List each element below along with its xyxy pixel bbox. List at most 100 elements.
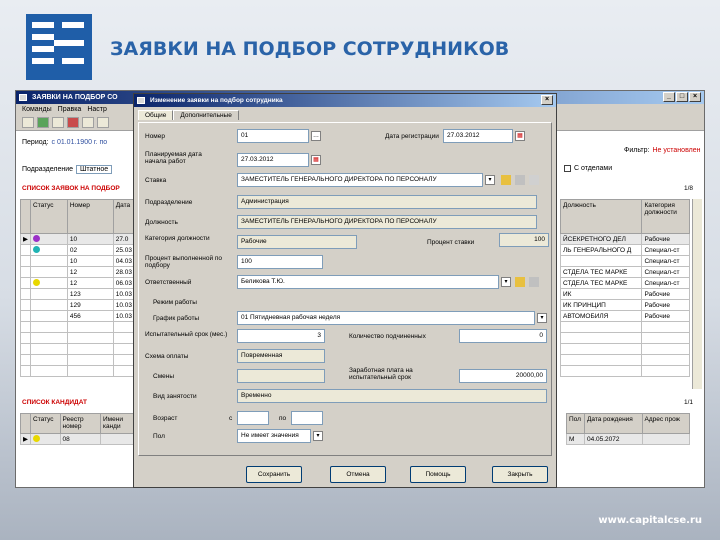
dialog-close-button[interactable]: × [541, 95, 553, 105]
table-row[interactable]: 02 25.03 [20, 244, 136, 256]
list-item[interactable]: М 04.05.2072 [566, 433, 691, 445]
menu-item-commands[interactable]: Команды [22, 104, 52, 115]
status-dot-icon [33, 278, 40, 286]
help-button[interactable]: Помощь [410, 466, 466, 483]
table-row[interactable]: СТДЕЛА ТЕС МАРКЕ Специал-ст [559, 277, 690, 289]
start-date-field[interactable]: 27.03.2012 [237, 153, 309, 167]
sex-field[interactable]: Не имеет значения [237, 429, 311, 443]
table-row[interactable]: ЙСЕКРЕТНОГО ДЕЛ Рабочие [559, 233, 690, 245]
curator-search-icon[interactable] [529, 277, 539, 287]
percent-field[interactable]: 100 [499, 233, 549, 247]
curator-dropdown-icon[interactable]: ▾ [501, 277, 511, 287]
schedule-dropdown-icon[interactable]: ▾ [537, 313, 547, 323]
division-field[interactable]: Администрация [237, 195, 537, 209]
replace-field[interactable]: 100 [237, 255, 323, 269]
filter-row: Фильтр: Не установлен [624, 147, 700, 154]
unit-value[interactable]: Штатное [76, 165, 113, 174]
rate-folder-icon[interactable] [501, 175, 511, 185]
schedule-field[interactable]: 01 Пятидневная рабочая неделя [237, 311, 535, 325]
cand-col-number[interactable]: Реестр номер [59, 413, 101, 434]
minimize-button[interactable]: _ [663, 92, 675, 102]
col-date[interactable]: Дата [112, 199, 136, 234]
table-row[interactable]: ▶ 10 27.0 [20, 233, 136, 245]
cand-col-status[interactable]: Статус [30, 413, 61, 434]
menu-item-settings[interactable]: Настр [87, 104, 107, 115]
filter-icon[interactable] [97, 117, 109, 128]
tab-additional[interactable]: Дополнительные [173, 110, 239, 120]
status-cell [30, 244, 68, 256]
age-from-field[interactable] [237, 411, 269, 425]
reg-date-field[interactable]: 27.03.2012 [443, 129, 513, 143]
table-row[interactable]: Специал-ст [559, 255, 690, 267]
row-position: СТДЕЛА ТЕС МАРКЕ [559, 277, 643, 289]
col-number[interactable]: Номер [66, 199, 114, 234]
table-row[interactable]: 10 04.03 [20, 255, 136, 267]
salary-field[interactable]: 20000,00 [459, 369, 547, 383]
hours-field[interactable]: 0 [459, 329, 547, 343]
col-category[interactable]: Категория должности [641, 199, 690, 234]
row-date: 10.03 [112, 310, 136, 322]
shift-field[interactable] [237, 369, 325, 383]
curator-folder-icon[interactable] [515, 277, 525, 287]
work-type-field[interactable]: Временно [237, 389, 547, 403]
table-row[interactable]: 456 10.03 [20, 310, 136, 322]
number-field[interactable]: 01 [237, 129, 309, 143]
row-indicator: ▶ [20, 433, 31, 445]
rate-clear-icon[interactable] [529, 175, 539, 185]
col-position[interactable]: Должность [559, 199, 643, 234]
probation-field[interactable]: 3 [237, 329, 325, 343]
delete-icon[interactable] [67, 117, 79, 128]
table-row[interactable]: ИК ПРИНЦИП Рабочие [559, 299, 690, 311]
refresh-icon[interactable] [52, 117, 64, 128]
rate-field[interactable]: ЗАМЕСТИТЕЛЬ ГЕНЕРАЛЬНОГО ДИРЕКТОРА ПО ПЕ… [237, 173, 483, 187]
table-row[interactable]: АВТОМОБИЛЯ Рабочие [559, 310, 690, 322]
cand-col-sex[interactable]: Пол [566, 413, 585, 434]
category-field[interactable]: Рабочие [237, 235, 357, 249]
curator-field[interactable]: Беликова Т.Ю. [237, 275, 499, 289]
table-row[interactable]: СТДЕЛА ТЕС МАРКЕ Специал-ст [559, 266, 690, 278]
dialog-icon [137, 97, 145, 104]
rate-dropdown-icon[interactable]: ▾ [485, 175, 495, 185]
number-lookup-button[interactable]: … [311, 131, 321, 141]
period-value[interactable]: с 01.01.1900 г. по [52, 139, 108, 146]
print-icon[interactable] [82, 117, 94, 128]
edit-icon[interactable] [37, 117, 49, 128]
empty-cell [30, 343, 68, 355]
table-row[interactable]: 12 06.03 [20, 277, 136, 289]
cand-col-address[interactable]: Адрес прож [641, 413, 691, 434]
filter-value[interactable]: Не установлен [652, 147, 700, 154]
table-row[interactable]: 123 10.03 [20, 288, 136, 300]
table-row[interactable]: ИК Рабочие [559, 288, 690, 300]
dialog-close-action-button[interactable]: Закрыть [492, 466, 548, 483]
age-to-field[interactable] [291, 411, 323, 425]
table-row[interactable]: 129 10.03 [20, 299, 136, 311]
requests-scrollbar[interactable] [692, 199, 702, 389]
menu-item-edit[interactable]: Правка [58, 104, 82, 115]
number-label: Номер [145, 133, 166, 140]
cancel-button[interactable]: Отмена [330, 466, 386, 483]
position-field[interactable]: ЗАМЕСТИТЕЛЬ ГЕНЕРАЛЬНОГО ДИРЕКТОРА ПО ПЕ… [237, 215, 537, 229]
maximize-button[interactable]: □ [676, 92, 688, 102]
new-icon[interactable] [22, 117, 34, 128]
reg-date-calendar-icon[interactable]: ▦ [515, 131, 525, 141]
save-button[interactable]: Сохранить [246, 466, 302, 483]
close-button[interactable]: × [689, 92, 701, 102]
cand-col-birth[interactable]: Дата рождения [583, 413, 643, 434]
row-indicator [20, 288, 31, 300]
sex-dropdown-icon[interactable]: ▾ [313, 431, 323, 441]
pay-scheme-field[interactable]: Повременная [237, 349, 325, 363]
closed-checkbox[interactable] [564, 165, 571, 172]
empty-row [559, 365, 690, 377]
replace-label: Процент выполненной по подбору [145, 255, 223, 269]
rate-search-icon[interactable] [515, 175, 525, 185]
row-indicator [20, 244, 31, 256]
list-item[interactable]: ▶ 08 [20, 433, 136, 445]
empty-row [559, 354, 690, 366]
table-row[interactable]: ЛЬ ГЕНЕРАЛЬНОГО Д Специал-ст [559, 244, 690, 256]
tab-general[interactable]: Общие [138, 110, 174, 120]
cand-col-name[interactable]: Имени канди [99, 413, 136, 434]
closed-row: С отделами [564, 165, 612, 172]
col-status[interactable]: Статус [30, 199, 68, 234]
table-row[interactable]: 12 28.03 [20, 266, 136, 278]
start-date-calendar-icon[interactable]: ▦ [311, 155, 321, 165]
